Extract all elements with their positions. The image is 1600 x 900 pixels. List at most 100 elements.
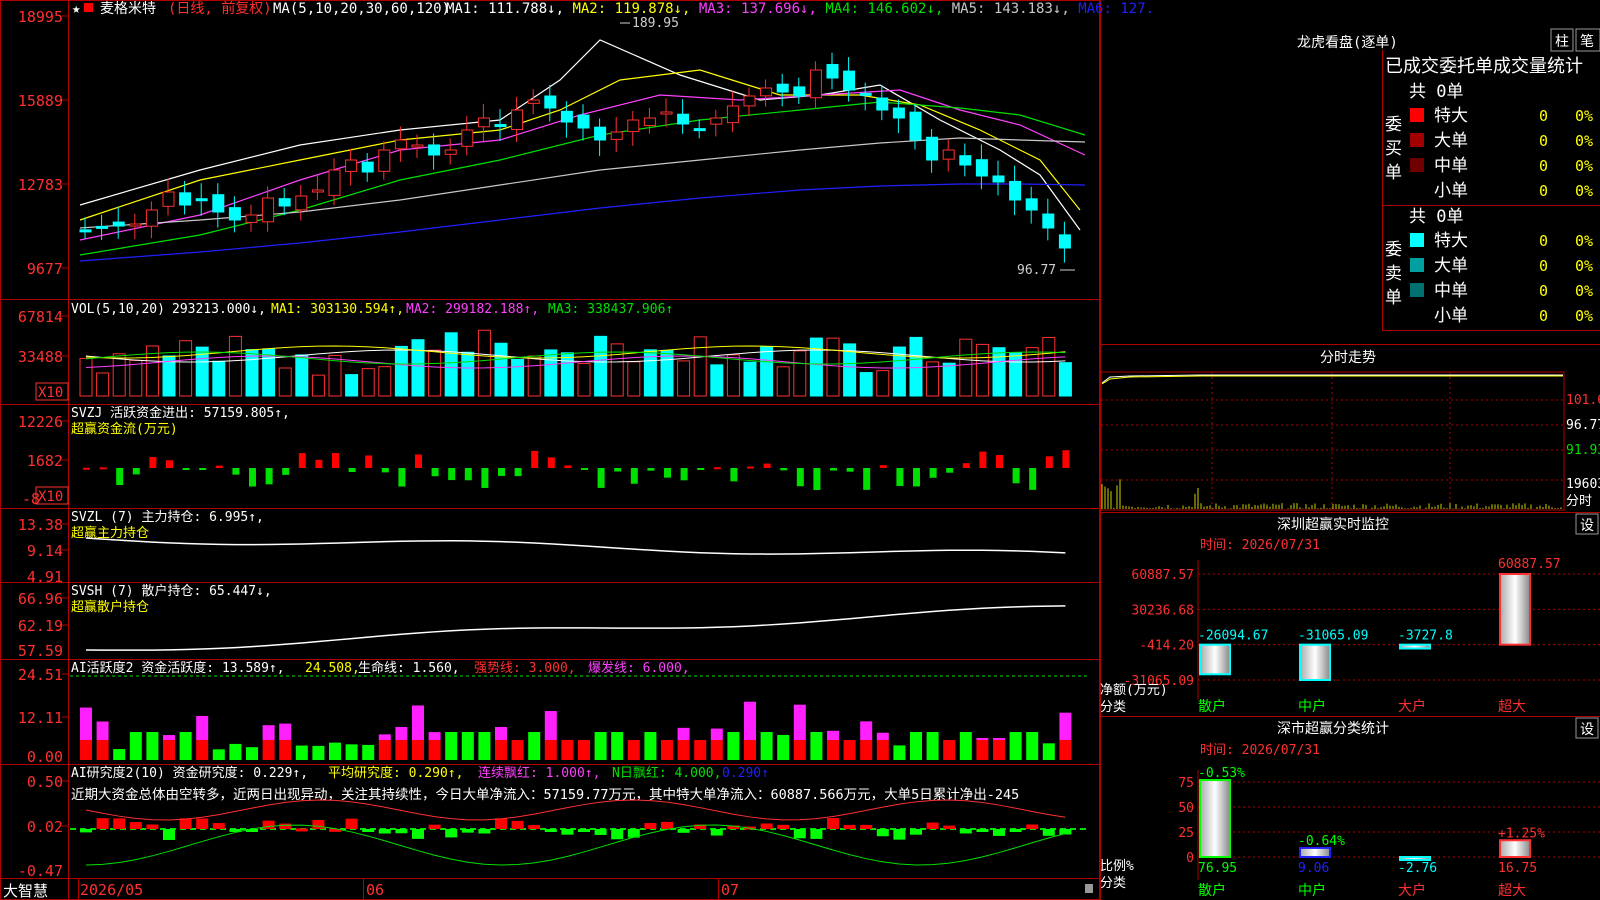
order-size-label: 中单 xyxy=(1434,156,1468,176)
activity-bar xyxy=(677,727,690,740)
order-size-label: 小单 xyxy=(1434,306,1468,326)
candle-body xyxy=(79,229,92,233)
research-bar xyxy=(412,829,424,839)
candle-body xyxy=(610,131,623,140)
order-size-label: 小单 xyxy=(1434,181,1468,201)
research-bar xyxy=(760,823,773,829)
activity-base xyxy=(578,740,590,760)
research-bar xyxy=(362,829,375,832)
volume-bar xyxy=(809,337,823,397)
price-axis-1: 18995 xyxy=(18,8,63,26)
order-pct: 0% xyxy=(1575,282,1593,300)
activity-bar xyxy=(428,732,441,740)
flow-bar xyxy=(83,467,90,470)
ai-active-axis-2: 12.11 xyxy=(18,709,63,727)
volume-bar xyxy=(909,336,923,397)
minute-title: 分时走势 xyxy=(1320,350,1376,366)
activity-bar xyxy=(727,732,740,760)
volume-bar xyxy=(129,359,143,397)
flow-bar xyxy=(697,468,705,470)
ma-value-3: MA3: 137.696↓, xyxy=(699,1,825,17)
volume-bar xyxy=(311,374,325,397)
order-color-swatch xyxy=(1410,108,1424,122)
price-candlestick-chart xyxy=(79,39,1086,263)
volume-bar xyxy=(494,342,508,397)
classify-time: 时间: 2026/07/31 xyxy=(1200,743,1320,758)
order-pct: 0% xyxy=(1575,182,1593,200)
flow-bar xyxy=(979,451,987,468)
volume-bar xyxy=(461,351,475,397)
activity-base xyxy=(677,740,690,760)
research-bar xyxy=(461,829,474,833)
volume-chart xyxy=(79,329,1072,397)
candle-body xyxy=(1042,213,1055,229)
volume-bar xyxy=(444,332,458,397)
flow-bar xyxy=(913,468,920,487)
monitor-xlabel: 分类 xyxy=(1100,700,1126,715)
volume-bar xyxy=(544,349,558,397)
candle-body xyxy=(511,109,524,130)
candle-body xyxy=(726,105,739,124)
candle-body xyxy=(826,64,839,79)
classify-change-label: +1.25% xyxy=(1498,826,1545,841)
monitor-settings-label: 设 xyxy=(1580,518,1594,534)
vol-axis-2: 33488 xyxy=(18,348,63,366)
activity-bar xyxy=(445,732,458,760)
flow-bar xyxy=(713,467,721,470)
side-label-char: 单 xyxy=(1385,288,1402,308)
research-bar xyxy=(428,824,441,829)
research-bar xyxy=(96,818,109,829)
classify-category: 超大 xyxy=(1498,883,1526,899)
activity-bar xyxy=(827,730,839,740)
buy-side-label: 委买单 xyxy=(1385,115,1402,183)
research-bar xyxy=(561,829,574,835)
ai-active-v3: 生命线: 1.560, xyxy=(358,660,460,676)
svzj-label: SVZJ 活跃资金进出: 57159.805↑, xyxy=(71,405,290,421)
volume-bar xyxy=(477,329,491,397)
activity-bar xyxy=(1009,732,1022,760)
ai-active-label: AI活跃度2 资金活跃度: 13.589↑, xyxy=(71,660,285,676)
research-bar xyxy=(677,829,690,833)
activity-bar xyxy=(262,725,275,740)
side-label-char: 单 xyxy=(1385,163,1402,183)
favorite-star-icon[interactable]: ★ xyxy=(72,1,81,17)
side-label-char: 委 xyxy=(1385,115,1402,135)
activity-base xyxy=(196,740,209,760)
dragon-title: 龙虎看盘(逐单) xyxy=(1297,34,1398,51)
volume-bar xyxy=(378,366,392,397)
ma-value-1: MA1: 111.788↓, xyxy=(446,1,572,17)
research-bar xyxy=(212,822,225,829)
activity-bar xyxy=(196,715,209,740)
candle-body xyxy=(677,113,690,125)
lock-icon[interactable] xyxy=(1085,884,1093,893)
flow-bar xyxy=(581,468,588,470)
ai-active-chart xyxy=(70,675,1090,760)
volume-bar xyxy=(511,358,525,397)
activity-base xyxy=(378,740,391,760)
x-label-may: 2026/05 xyxy=(80,881,143,899)
candle-body xyxy=(444,149,457,155)
classify-bar xyxy=(1200,780,1230,857)
buy-rows: 特大 0 0% 大单 0 0% 中单 0 0% 小单 0 0% xyxy=(1410,106,1593,201)
candle-body xyxy=(594,126,607,141)
side-label-char: 买 xyxy=(1385,139,1402,159)
research-bar xyxy=(876,829,889,837)
minute-panel: 分时走势 101.6 96.77 91.93 19603 分时 xyxy=(1100,350,1600,511)
classify-title: 深市超赢分类统计 xyxy=(1277,720,1389,737)
candle-body xyxy=(809,69,822,99)
candle-body xyxy=(162,191,175,207)
research-bar xyxy=(279,823,292,829)
candle-body xyxy=(129,223,142,227)
activity-bar xyxy=(528,732,541,760)
candle-body xyxy=(179,192,192,206)
ma-value-2: MA2: 119.878↓, xyxy=(572,1,698,17)
vol-label: VOL(5,10,20) xyxy=(71,302,165,317)
volume-bar xyxy=(1009,352,1023,397)
bar-mode-label: 柱 xyxy=(1555,34,1569,50)
retail-position-line xyxy=(85,605,1066,651)
candle-body xyxy=(876,97,889,111)
activity-bar xyxy=(959,732,972,760)
activity-bar xyxy=(129,732,142,760)
svzj-chart xyxy=(83,450,1070,490)
order-color-swatch xyxy=(1410,283,1424,297)
